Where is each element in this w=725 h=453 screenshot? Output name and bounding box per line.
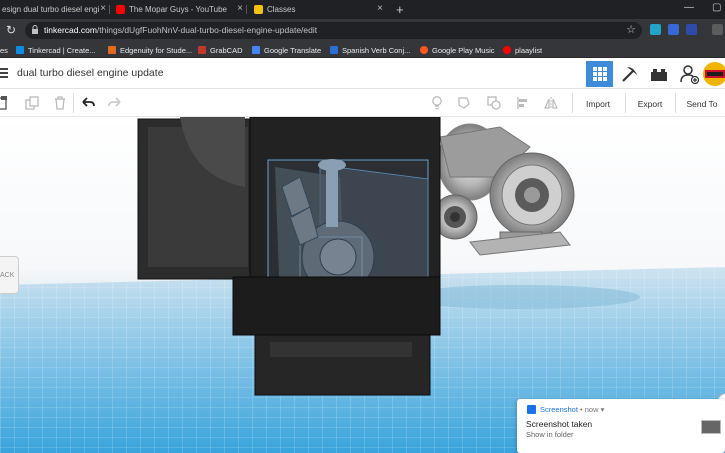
tab-youtube[interactable]: The Mopar Guys - YouTube × [110,0,247,19]
notification-title: Screenshot taken [526,419,593,429]
menu-icon[interactable] [0,68,8,78]
tab-title: esign dual turbo diesel engi [2,5,100,14]
add-user-button[interactable] [676,61,703,87]
tab-title: Classes [267,5,296,14]
new-tab-button[interactable]: + [396,2,404,17]
minimize-icon[interactable]: — [684,2,694,13]
bookmark-item[interactable]: es [0,44,8,56]
bookmark-play-music[interactable]: Google Play Music [420,44,495,56]
undo-icon[interactable] [81,96,95,110]
address-bar[interactable]: tinkercad.com/things/dUgfFuohNnV-dual-tu… [25,22,642,39]
group-icon[interactable] [487,96,501,110]
close-icon[interactable]: × [100,4,106,14]
mirror-icon[interactable] [544,96,558,110]
tab-design[interactable]: esign dual turbo diesel engi × [0,0,110,19]
add-user-icon [679,65,699,84]
redo-icon[interactable] [108,96,122,110]
reload-icon[interactable]: ↻ [6,23,16,37]
bookmark-star-icon[interactable]: ☆ [626,23,636,36]
lego-view-button[interactable] [645,61,672,87]
translate-icon [252,46,260,54]
tinkercad-header: dual turbo diesel engine update [0,58,725,89]
screenshot-notification[interactable]: Screenshot • now ▾ Screenshot taken Show… [517,399,725,453]
avatar[interactable] [703,62,725,86]
edit-toolbar: Import Export Send To [0,89,725,117]
close-icon[interactable]: × [377,4,383,14]
align-icon[interactable] [516,96,530,110]
play-music-icon [420,46,428,54]
youtube-icon [116,5,125,14]
extension-icon[interactable] [686,24,697,35]
shape-solid-icon[interactable] [457,96,471,110]
minecraft-view-button[interactable] [616,61,643,87]
view-cube[interactable]: ACK [0,256,19,294]
bookmark-google-translate[interactable]: Google Translate [252,44,321,56]
send-to-button[interactable]: Send To [680,95,724,112]
screenshot-thumbnail [701,420,721,434]
extension-icon[interactable] [668,24,679,35]
duplicate-icon[interactable] [25,96,39,110]
notification-app-name: Screenshot • now ▾ [540,405,605,414]
bookmark-spanish-verbs[interactable]: Spanish Verb Conj... [330,44,410,56]
3d-design-view-button[interactable] [586,61,613,87]
extension-icon[interactable] [712,24,723,35]
light-bulb-icon[interactable] [430,96,444,110]
spanish-icon [330,46,338,54]
tab-classes[interactable]: Classes × [247,0,387,19]
classroom-icon [254,5,263,14]
paste-icon[interactable] [0,96,10,110]
edgenuity-icon [108,46,116,54]
url-text: tinkercad.com/things/dUgfFuohNnV-dual-tu… [44,25,318,35]
browser-tab-strip: esign dual turbo diesel engi × The Mopar… [0,0,725,19]
mopar-logo-icon [703,62,725,86]
brick-icon [650,69,667,81]
export-button[interactable]: Export [629,95,671,112]
tab-title: The Mopar Guys - YouTube [129,5,227,14]
import-button[interactable]: Import [576,95,620,112]
extension-icon[interactable] [650,24,661,35]
bookmark-playlist[interactable]: plaaylist [503,44,542,56]
youtube-icon [503,46,511,54]
delete-icon[interactable] [53,96,67,110]
bookmark-edgenuity[interactable]: Edgenuity for Stude... [108,44,192,56]
close-icon[interactable]: × [237,4,243,14]
design-title[interactable]: dual turbo diesel engine update [17,67,164,79]
lock-icon [32,25,38,34]
browser-toolbar: ↻ tinkercad.com/things/dUgfFuohNnV-dual-… [0,19,725,42]
grabcad-icon [198,46,206,54]
bookmarks-bar: es Tinkercad | Create... Edgenuity for S… [0,42,725,58]
pickaxe-icon [621,67,637,82]
show-in-folder-link[interactable]: Show in folder [526,430,574,439]
bookmark-tinkercad[interactable]: Tinkercad | Create... [16,44,96,56]
tinkercad-icon [16,46,24,54]
bookmark-grabcad[interactable]: GrabCAD [198,44,243,56]
maximize-icon[interactable]: ▢ [712,2,721,13]
grid-icon [592,67,607,81]
screenshot-icon [527,405,536,414]
